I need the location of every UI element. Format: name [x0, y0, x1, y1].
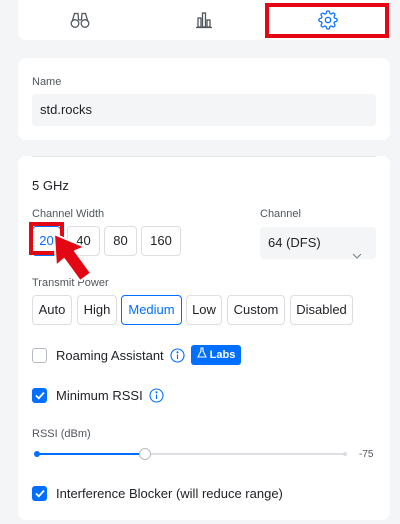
- labs-badge-label: Labs: [209, 349, 236, 361]
- rssi-slider-end: [343, 452, 347, 456]
- channel-value: 64 (DFS): [268, 235, 321, 250]
- chevron-down-icon: [352, 239, 362, 271]
- rssi-label: RSSI (dBm): [32, 428, 91, 440]
- channel-width-160[interactable]: 160: [141, 226, 181, 256]
- flask-icon: [196, 345, 207, 365]
- interference-blocker-label: Interference Blocker (will reduce range): [56, 485, 283, 501]
- roaming-assistant-row: Roaming Assistant Labs: [32, 345, 242, 365]
- channel-width-40[interactable]: 40: [67, 226, 100, 256]
- tx-power-auto[interactable]: Auto: [32, 295, 72, 325]
- minimum-rssi-row: Minimum RSSI: [32, 386, 164, 404]
- tx-power-high[interactable]: High: [77, 295, 117, 325]
- rssi-slider-fill: [37, 453, 145, 455]
- minimum-rssi-checkbox[interactable]: [32, 387, 47, 403]
- name-card: Name std.rocks: [18, 58, 390, 140]
- channel-width-label: Channel Width: [32, 208, 105, 220]
- divider: [32, 156, 376, 157]
- info-icon[interactable]: [149, 387, 164, 403]
- name-label: Name: [32, 76, 62, 88]
- channel-label: Channel: [260, 208, 301, 220]
- interference-blocker-row: Interference Blocker (will reduce range): [32, 484, 283, 502]
- channel-select[interactable]: 64 (DFS): [260, 227, 376, 259]
- tab-settings[interactable]: [266, 0, 390, 40]
- gear-icon: [318, 10, 338, 30]
- rssi-slider[interactable]: [34, 448, 347, 460]
- radio-settings-card: 5 GHz Channel Width 20 40 80 160 Channel…: [18, 156, 390, 520]
- minimum-rssi-label: Minimum RSSI: [56, 387, 143, 403]
- top-tab-bar: [18, 0, 390, 40]
- channel-width-80[interactable]: 80: [104, 226, 137, 256]
- roaming-assistant-label: Roaming Assistant: [56, 347, 164, 363]
- channel-width-20[interactable]: 20: [32, 226, 61, 256]
- rssi-slider-handle[interactable]: [138, 448, 151, 460]
- tx-power-disabled[interactable]: Disabled: [290, 295, 353, 325]
- rssi-value: -75: [359, 449, 374, 460]
- binoculars-icon: [70, 11, 90, 29]
- tab-statistics[interactable]: [142, 0, 266, 40]
- info-icon[interactable]: [170, 347, 185, 363]
- bar-chart-icon: [195, 11, 213, 29]
- band-label: 5 GHz: [32, 178, 69, 193]
- tx-power-low[interactable]: Low: [186, 295, 222, 325]
- tx-power-medium[interactable]: Medium: [121, 295, 182, 325]
- transmit-power-label: Transmit Power: [32, 277, 109, 289]
- rssi-slider-start: [34, 451, 40, 457]
- interference-blocker-checkbox[interactable]: [32, 485, 47, 501]
- roaming-assistant-checkbox[interactable]: [32, 347, 47, 363]
- labs-badge[interactable]: Labs: [190, 345, 242, 365]
- tab-overview[interactable]: [18, 0, 142, 40]
- tx-power-custom[interactable]: Custom: [227, 295, 285, 325]
- name-input[interactable]: std.rocks: [32, 94, 376, 126]
